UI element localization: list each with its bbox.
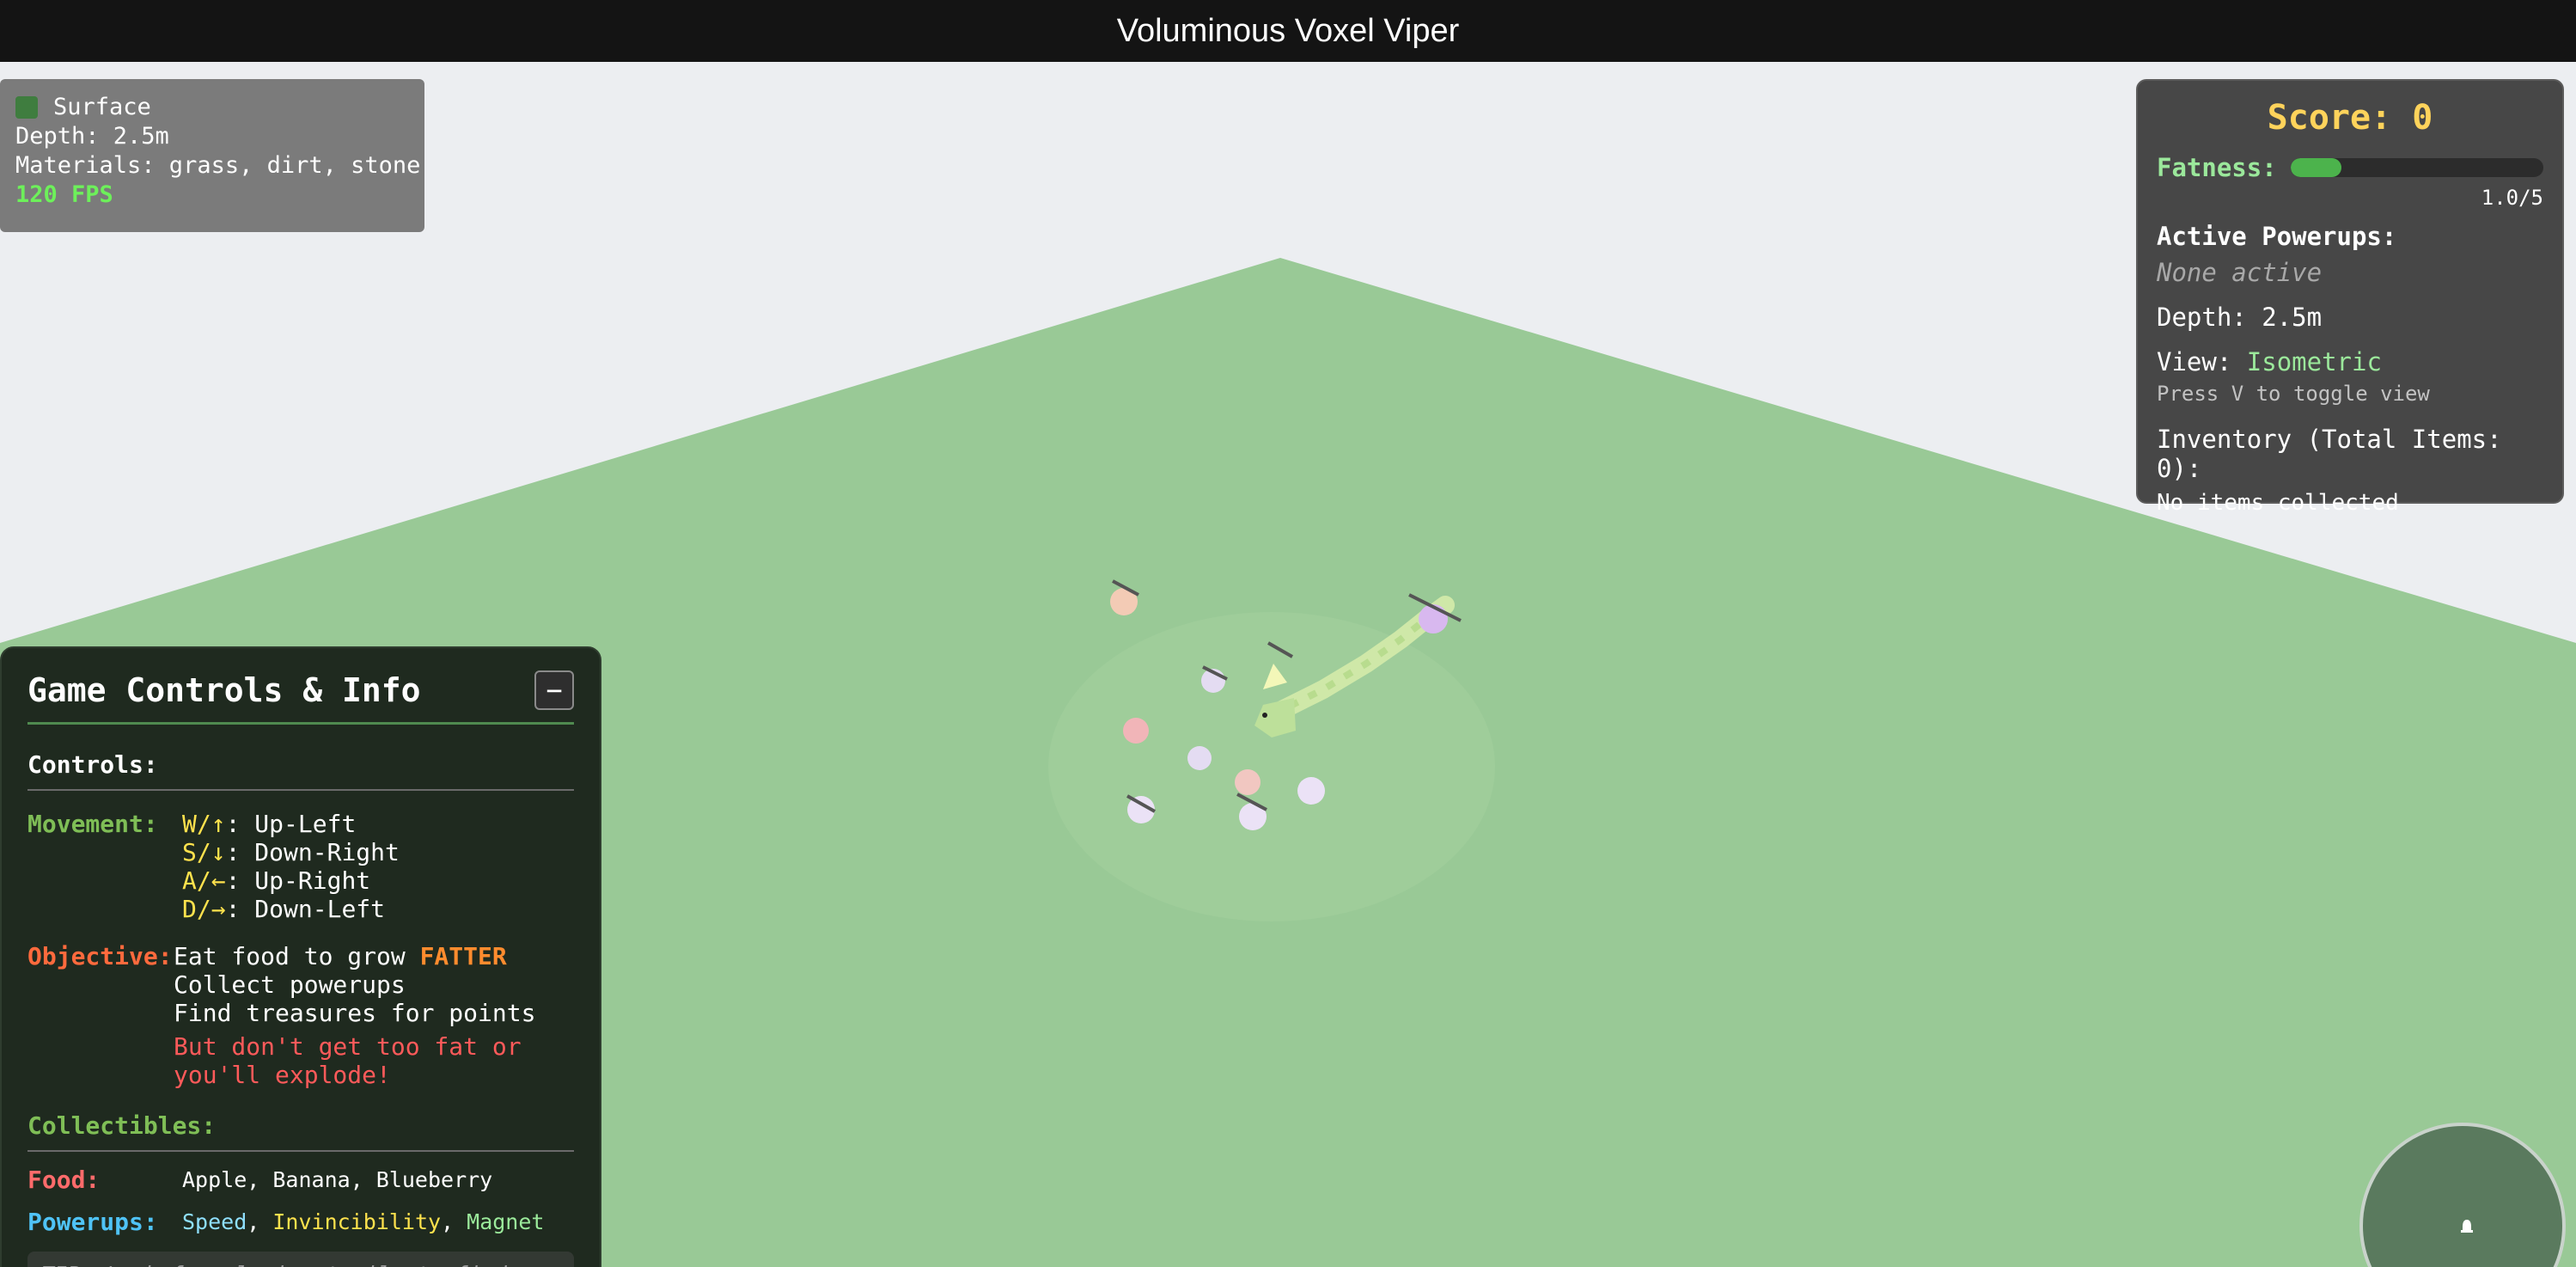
- powerup-invincibility: Invincibility: [272, 1209, 442, 1234]
- stats-panel: Score: 0 Fatness: 1.0/5 Active Powerups:…: [2136, 79, 2564, 516]
- fatter-emphasis: FATTER: [419, 942, 507, 970]
- controls-panel-title: Game Controls & Info: [27, 671, 421, 709]
- window-title-bar: Voluminous Voxel Viper: [0, 0, 2576, 62]
- depth-readout: Depth: 2.5m: [15, 123, 169, 150]
- fatness-bar-fill: [2290, 158, 2341, 177]
- objective-line-text: Eat food to grow: [174, 942, 420, 970]
- collapse-button[interactable]: −: [534, 670, 574, 710]
- view-value: Isometric: [2246, 347, 2382, 376]
- fatness-label: Fatness:: [2157, 153, 2277, 182]
- movement-keys: W/↑: Up-Left S/↓: Down-Right A/←: Up-Rig…: [182, 810, 400, 923]
- movement-row: W/↑: Up-Left: [182, 810, 400, 838]
- layer-color-swatch: [15, 96, 38, 119]
- view-label: View:: [2157, 347, 2232, 376]
- objective-line: Find treasures for points: [174, 999, 536, 1027]
- collectibles-heading: Collectibles:: [27, 1111, 574, 1152]
- movement-key: S/↓: [182, 838, 226, 866]
- layer-row: Surface: [15, 93, 409, 122]
- objective-label: Objective:: [27, 942, 173, 970]
- depth-display: Depth: 2.5m: [2157, 303, 2323, 332]
- movement-action: : Down-Left: [225, 895, 386, 923]
- separator: ,: [441, 1209, 467, 1234]
- movement-key: D/→: [182, 895, 226, 923]
- fatness-value: 1.0/5: [2481, 186, 2543, 210]
- movement-row: A/←: Up-Right: [182, 866, 400, 895]
- food-label: Food:: [27, 1166, 101, 1194]
- score-display: Score: 0: [2267, 98, 2433, 138]
- tip-box: TIP: Look for glowing trails to find you…: [27, 1252, 574, 1267]
- movement-row: S/↓: Down-Right: [182, 838, 400, 866]
- powerups-empty: None active: [2157, 258, 2323, 287]
- movement-action: : Down-Right: [225, 838, 400, 866]
- food-items: Apple, Banana, Blueberry: [182, 1167, 493, 1192]
- separator: ,: [247, 1209, 273, 1234]
- objective-line: Eat food to grow FATTER: [174, 942, 552, 970]
- movement-action: : Up-Right: [225, 866, 371, 895]
- powerups-items: Speed, Invincibility, Magnet: [182, 1209, 544, 1234]
- powerups-label: Powerups:: [27, 1208, 158, 1236]
- objective-line: Collect powerups: [174, 970, 406, 999]
- window-title: Voluminous Voxel Viper: [1116, 12, 1460, 49]
- fatness-bar: [2290, 158, 2543, 177]
- food-row: Food: Apple, Banana, Blueberry: [27, 1166, 574, 1194]
- materials-readout: Materials: grass, dirt, stone: [15, 152, 421, 179]
- debug-panel: Surface Depth: 2.5m Materials: grass, di…: [0, 79, 424, 232]
- objective-warning: But don't get too fat or you'll explode!: [174, 1032, 522, 1089]
- powerup-magnet: Magnet: [467, 1209, 545, 1234]
- ground-shadow: [1048, 612, 1495, 921]
- inventory-empty: No items collected: [2157, 490, 2399, 516]
- apple-icon: [1123, 718, 1149, 744]
- blueberry-icon: [1187, 746, 1212, 770]
- controls-heading: Controls:: [27, 750, 574, 791]
- view-hint: Press V to toggle view: [2157, 382, 2430, 406]
- inventory-title: Inventory (Total Items: 0):: [2157, 425, 2502, 483]
- movement-section: Movement: W/↑: Up-Left S/↓: Down-Right A…: [27, 810, 574, 923]
- snake-eye: [1262, 713, 1267, 718]
- powerups-row: Powerups: Speed, Invincibility, Magnet: [27, 1208, 574, 1236]
- objective-text: Eat food to grow FATTER Collect powerups…: [174, 942, 552, 1089]
- controls-panel-header: Game Controls & Info −: [27, 670, 574, 725]
- fatness-row: Fatness:: [2157, 153, 2543, 182]
- movement-key: W/↑: [182, 810, 226, 838]
- player-marker-icon: [2461, 1220, 2473, 1233]
- apple-icon: [1235, 769, 1261, 795]
- powerups-title: Active Powerups:: [2157, 222, 2397, 251]
- view-row: View: Isometric: [2157, 347, 2543, 376]
- movement-key: A/←: [182, 866, 226, 895]
- movement-label: Movement:: [27, 810, 158, 838]
- powerup-speed: Speed: [182, 1209, 247, 1234]
- objective-section: Objective: Eat food to grow FATTER Colle…: [27, 942, 574, 1089]
- layer-name: Surface: [53, 94, 151, 120]
- movement-action: : Up-Left: [225, 810, 357, 838]
- blueberry-icon: [1297, 777, 1325, 805]
- controls-panel: Game Controls & Info − Controls: Movemen…: [0, 646, 601, 1267]
- fps-counter: 120 FPS: [15, 181, 113, 208]
- movement-row: D/→: Down-Left: [182, 895, 400, 923]
